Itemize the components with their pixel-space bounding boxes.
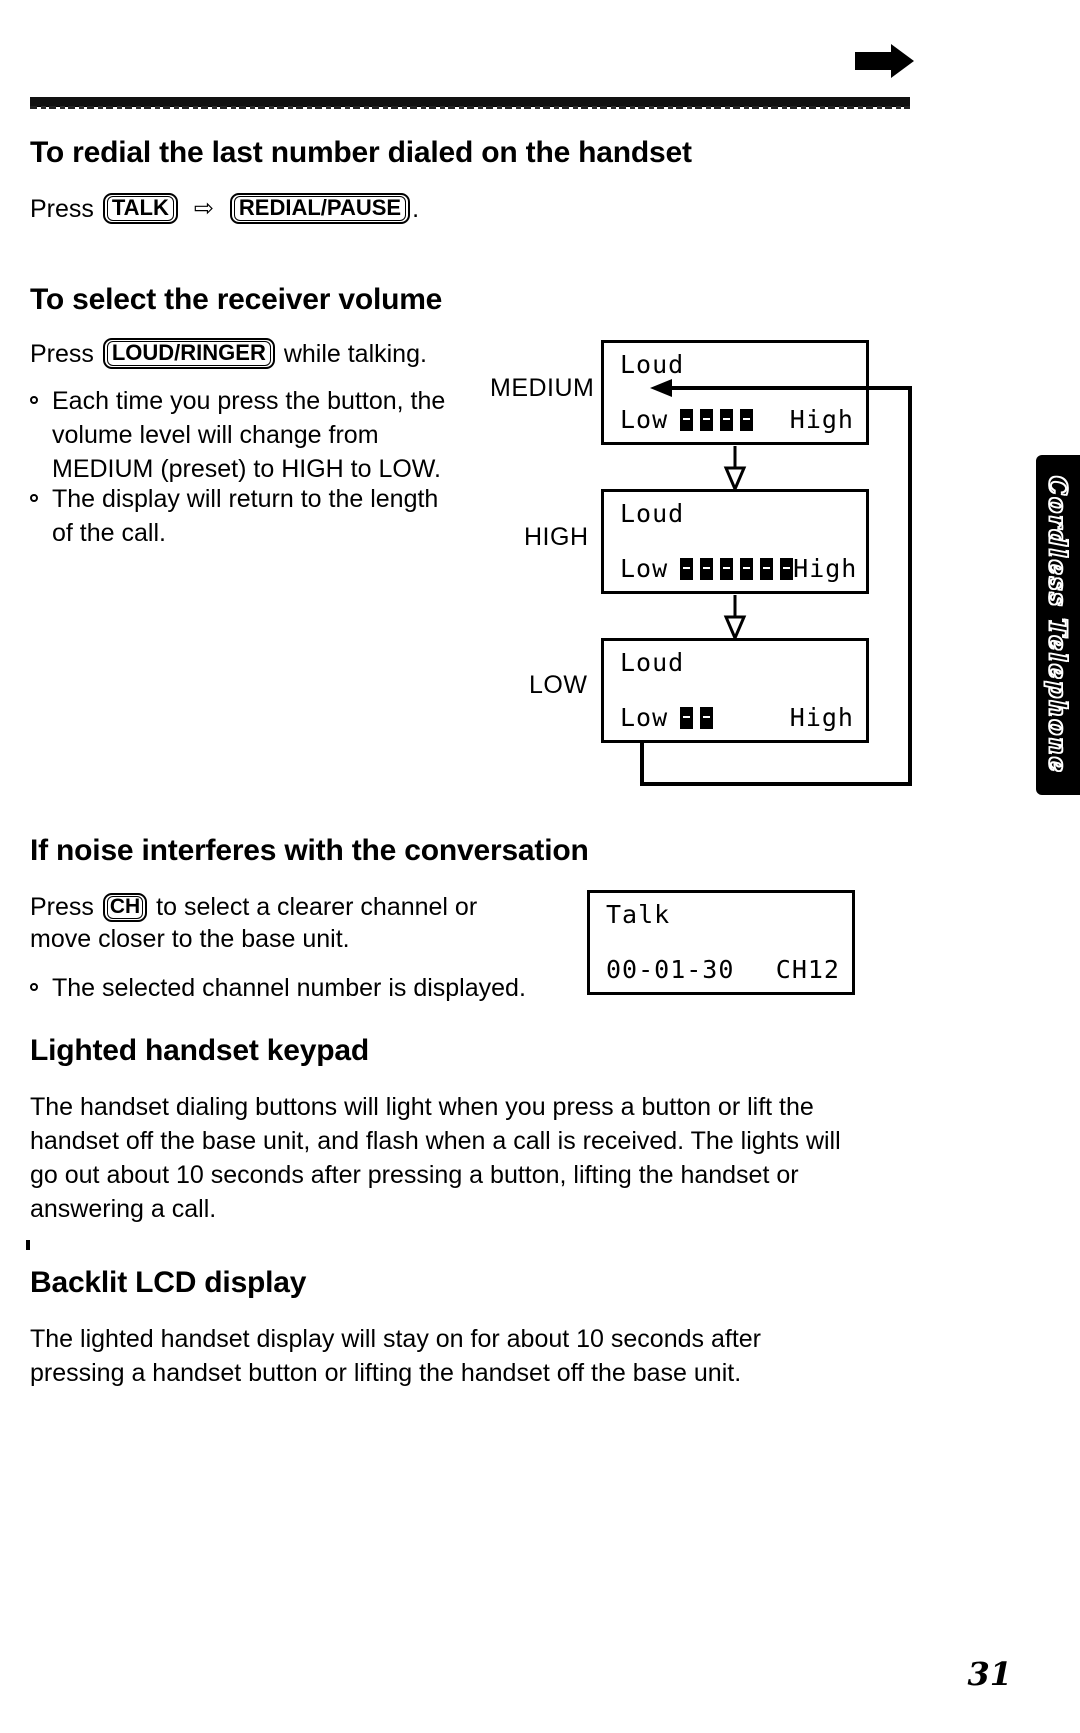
lighted-keypad-line-1: The handset dialing buttons will light w… xyxy=(30,1093,814,1121)
noise-instruction-line-1: Press CH to select a clearer channel or xyxy=(30,890,477,924)
volume-step-label-high: HIGH xyxy=(524,523,589,551)
redial-instruction: Press TALK ⇨ REDIAL/PAUSE. xyxy=(30,192,419,226)
lighted-keypad-line-2: handset off the base unit, and flash whe… xyxy=(30,1127,841,1155)
noise-press-label: Press xyxy=(30,893,94,921)
volume-press-label: Press xyxy=(30,340,94,368)
redial-period: . xyxy=(412,195,420,223)
bullet-dot-icon xyxy=(30,983,38,991)
noise-instruction-text-1: to select a clearer channel or xyxy=(156,893,478,921)
lighted-keypad-line-4: answering a call. xyxy=(30,1195,217,1223)
header-rule xyxy=(30,97,910,109)
lcd-talk-channel: CH12 xyxy=(775,955,840,984)
volume-bullet-1-line-2: volume level will change from xyxy=(52,421,379,449)
right-arrow-icon xyxy=(855,42,915,80)
section-title-redial: To redial the last number dialed on the … xyxy=(30,136,692,169)
backlit-lcd-line-2: pressing a handset button or lifting the… xyxy=(30,1359,742,1387)
volume-loop-arrow-icon xyxy=(636,378,916,788)
noise-instruction-line-2: move closer to the base unit. xyxy=(30,925,350,953)
backlit-lcd-line-1: The lighted handset display will stay on… xyxy=(30,1325,761,1353)
section-title-noise: If noise interferes with the conversatio… xyxy=(30,834,589,867)
noise-bullet-text: The selected channel number is displayed… xyxy=(52,974,526,1002)
key-loud-ringer[interactable]: LOUD/RINGER xyxy=(102,338,275,369)
key-ch[interactable]: CH xyxy=(102,893,148,922)
volume-bullet-1-line-3: MEDIUM (preset) to HIGH to LOW. xyxy=(52,455,441,483)
lighted-keypad-line-3: go out about 10 seconds after pressing a… xyxy=(30,1161,799,1189)
volume-bullet-1-line-1: Each time you press the button, the xyxy=(52,387,446,415)
bullet-dot-icon xyxy=(30,396,38,404)
side-tab-label: Cordless Telephone xyxy=(1043,475,1074,775)
volume-bullet-1: Each time you press the button, the volu… xyxy=(30,384,500,486)
lcd-talk-info-row: 00-01-30 CH12 xyxy=(606,955,840,984)
scan-artifact xyxy=(26,1240,30,1250)
key-talk[interactable]: TALK xyxy=(102,193,178,224)
side-tab-cordless-telephone: Cordless Telephone xyxy=(1036,455,1080,795)
lighted-keypad-paragraph: The handset dialing buttons will light w… xyxy=(30,1090,910,1226)
then-arrow-icon: ⇨ xyxy=(193,195,214,222)
section-title-backlit-lcd: Backlit LCD display xyxy=(30,1266,307,1299)
redial-press-label: Press xyxy=(30,195,94,223)
lcd-talk-duration: 00-01-30 xyxy=(606,955,735,984)
key-redial-pause[interactable]: REDIAL/PAUSE xyxy=(229,193,411,224)
backlit-lcd-paragraph: The lighted handset display will stay on… xyxy=(30,1322,910,1390)
volume-instruction: Press LOUD/RINGER while talking. xyxy=(30,337,427,371)
lcd-talk-status-label: Talk xyxy=(606,900,671,929)
lcd-medium-loud-label: Loud xyxy=(620,350,685,379)
bullet-dot-icon xyxy=(30,494,38,502)
manual-page: To redial the last number dialed on the … xyxy=(0,0,1080,1733)
volume-instruction-suffix: while talking. xyxy=(283,340,427,368)
page-number: 31 xyxy=(967,1655,1012,1693)
section-title-lighted-keypad: Lighted handset keypad xyxy=(30,1034,369,1067)
section-title-receiver-volume: To select the receiver volume xyxy=(30,283,443,316)
volume-bullet-2-line-2: of the call. xyxy=(52,519,166,547)
noise-bullet: The selected channel number is displayed… xyxy=(30,971,570,1005)
volume-step-label-low: LOW xyxy=(529,671,588,699)
lcd-display-talk: Talk 00-01-30 CH12 xyxy=(587,890,855,995)
volume-bullet-2-line-1: The display will return to the length xyxy=(52,485,439,513)
volume-step-label-medium: MEDIUM xyxy=(490,374,595,402)
volume-bullet-2: The display will return to the length of… xyxy=(30,482,500,550)
